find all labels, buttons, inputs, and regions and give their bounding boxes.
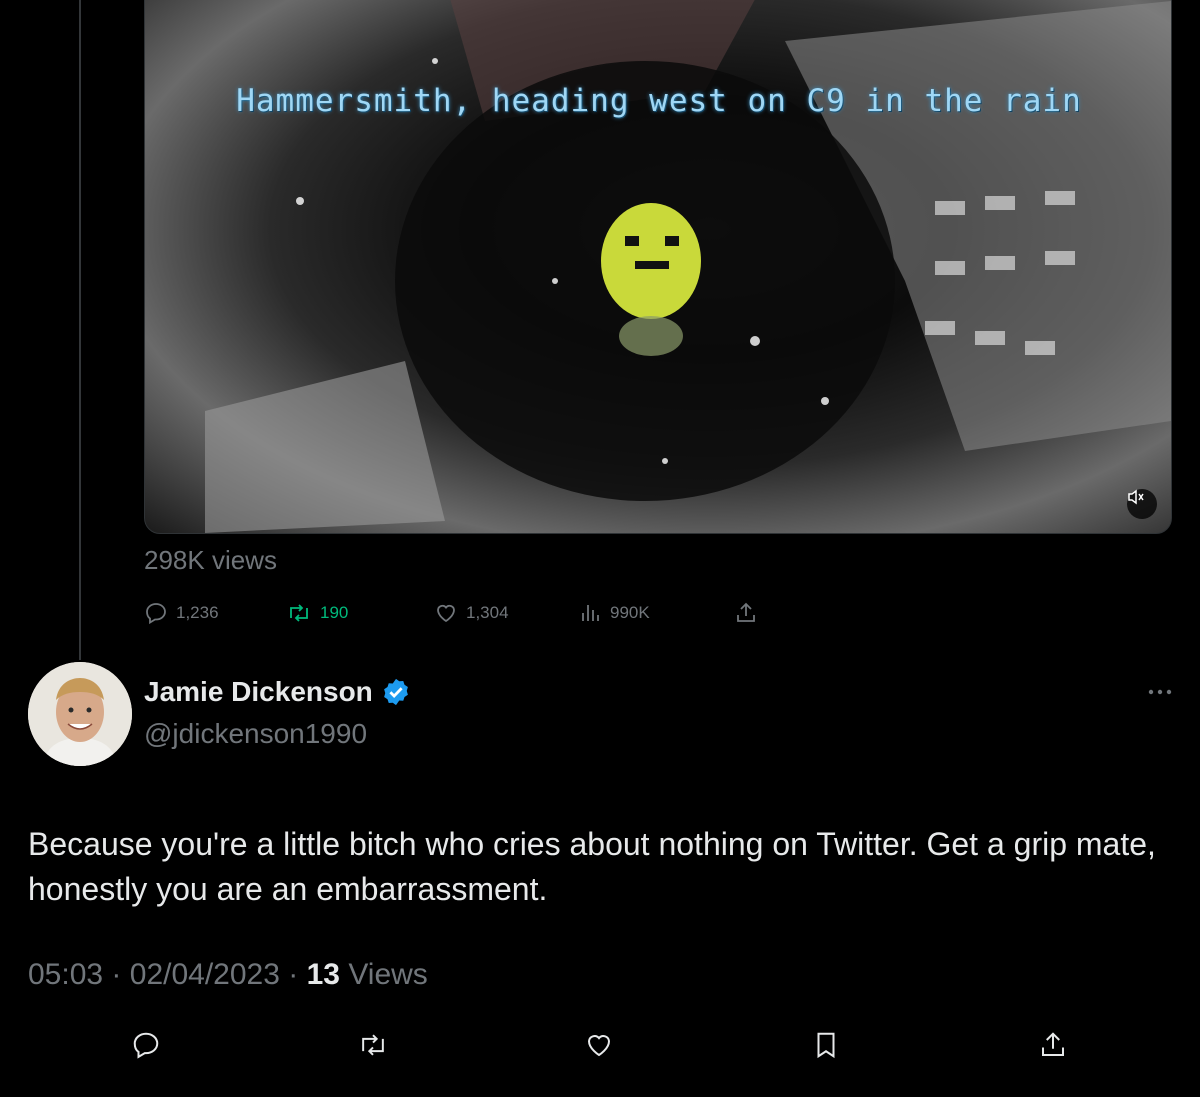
view-count: 13	[306, 958, 340, 991]
analytics-count: 990K	[610, 603, 650, 622]
retweet-button[interactable]	[356, 1028, 390, 1062]
like-count: 1,304	[466, 603, 509, 622]
meta-separator: ·	[111, 958, 122, 991]
reply-button[interactable]	[129, 1028, 163, 1062]
quoted-tweet-actions: 1,236 190 1,304 990K	[144, 598, 764, 628]
share-button[interactable]	[1036, 1028, 1070, 1062]
author-name-row: Jamie Dickenson	[144, 676, 411, 708]
share-icon	[737, 602, 755, 622]
tweet-metadata: 05:03 · 02/04/2023 · 13 Views	[28, 958, 428, 992]
video-frame	[205, 0, 1171, 533]
verified-badge-icon	[383, 678, 408, 706]
views-label: Views	[348, 958, 428, 991]
reply-count: 1,236	[176, 603, 219, 622]
more-dots-icon	[1148, 689, 1172, 695]
retweet-icon	[362, 1034, 384, 1056]
heart-icon	[587, 1035, 611, 1057]
tweet-time[interactable]: 05:03	[28, 958, 103, 991]
like-button[interactable]	[582, 1028, 616, 1062]
thread-connector-line	[79, 0, 81, 660]
video-caption: Hammersmith, heading west on C9 in the r…	[236, 83, 1082, 119]
author-handle[interactable]: @jdickenson1990	[144, 718, 367, 750]
bookmark-button[interactable]	[809, 1028, 843, 1062]
analytics-action[interactable]: 990K	[580, 598, 650, 628]
retweet-icon	[290, 604, 308, 622]
avatar[interactable]	[28, 662, 132, 766]
author-name[interactable]: Jamie Dickenson	[144, 676, 373, 708]
more-options-button[interactable]	[1146, 682, 1174, 702]
retweet-action[interactable]: 190	[286, 598, 348, 628]
reply-icon	[146, 603, 166, 625]
video-player[interactable]: Hammersmith, heading west on C9 in the r…	[144, 0, 1172, 534]
share-icon	[1042, 1032, 1064, 1056]
like-action[interactable]: 1,304	[434, 598, 509, 628]
analytics-bar-icon	[582, 605, 599, 621]
heart-icon	[437, 604, 455, 623]
volume-mute-icon	[1128, 489, 1144, 505]
meta-separator-2: ·	[288, 958, 299, 991]
video-view-count: 298K views	[144, 545, 277, 575]
retweet-count: 190	[320, 603, 349, 622]
tweet-date[interactable]: 02/04/2023	[130, 958, 280, 991]
reply-action[interactable]: 1,236	[144, 598, 219, 628]
mute-button[interactable]	[1127, 489, 1157, 519]
avatar-image	[28, 662, 132, 766]
bookmark-icon	[817, 1032, 835, 1059]
reply-icon	[133, 1032, 159, 1059]
tweet-text: Because you're a little bitch who cries …	[28, 826, 1156, 907]
share-action[interactable]	[734, 598, 758, 628]
